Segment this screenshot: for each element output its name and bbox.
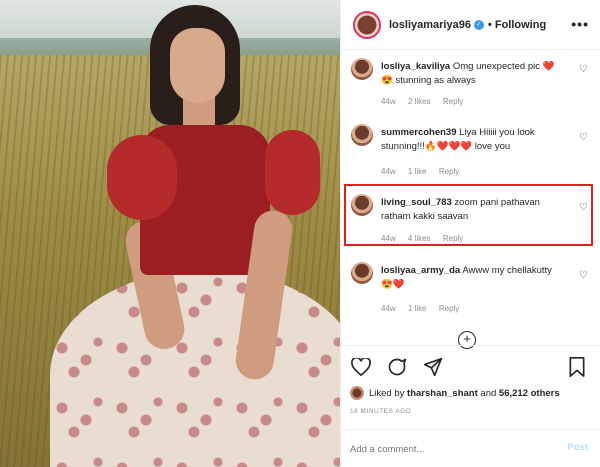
comment-item: losliya_kaviliya Omg unexpected pic ❤️😍 …: [351, 58, 591, 112]
reply-button[interactable]: Reply: [443, 97, 463, 106]
post-date: 18 MINUTES AGO: [350, 408, 412, 415]
post-actions: Liked by tharshan_shant and 56,212 other…: [340, 345, 600, 467]
commenter-avatar[interactable]: [351, 124, 373, 146]
comment-item: losliyaa_army_da Awww my chellakutty 😍❤️…: [351, 262, 591, 317]
reply-button[interactable]: Reply: [439, 304, 459, 313]
post-comment-button[interactable]: Post: [567, 442, 588, 453]
liker-username[interactable]: tharshan_shant: [407, 388, 478, 399]
add-comment-input[interactable]: [350, 442, 540, 456]
like-heart-icon[interactable]: [350, 356, 372, 378]
like-comment-heart-icon[interactable]: ♡: [578, 270, 589, 281]
comment-likes[interactable]: 1 like: [408, 304, 427, 313]
commenter-username[interactable]: losliyaa_army_da: [381, 265, 460, 276]
comment-item: summercohen39 Liya Hiiiii you look stunn…: [351, 124, 591, 178]
photo-sleeve-right: [265, 130, 320, 215]
photo-face: [170, 28, 225, 103]
likes-summary: Liked by tharshan_shant and 56,212 other…: [350, 386, 560, 400]
highlighted-comment-box: [344, 184, 593, 246]
liked-by-label: Liked by: [369, 387, 405, 399]
likes-count[interactable]: 56,212 others: [499, 388, 560, 399]
comment-meta: 44w 1 like Reply: [381, 304, 469, 313]
verified-icon: ✓: [473, 19, 484, 30]
commenter-username[interactable]: losliya_kaviliya: [381, 61, 450, 72]
liker-avatar[interactable]: [350, 386, 364, 400]
poster-username[interactable]: losliyamariya96: [389, 19, 471, 31]
comment-time: 44w: [381, 304, 396, 313]
action-icons: [350, 356, 444, 378]
likes-and: and: [480, 387, 497, 399]
commenter-username[interactable]: summercohen39: [381, 127, 457, 138]
comment-time: 44w: [381, 167, 396, 176]
bookmark-icon[interactable]: [566, 356, 588, 378]
post-photo: [0, 0, 340, 467]
comment-likes[interactable]: 2 likes: [408, 97, 431, 106]
comment-text: losliya_kaviliya Omg unexpected pic ❤️😍 …: [381, 60, 561, 88]
share-send-icon[interactable]: [422, 356, 444, 378]
commenter-avatar[interactable]: [351, 262, 373, 284]
comment-meta: 44w 2 likes Reply: [381, 97, 473, 106]
photo-sleeve-left: [107, 135, 177, 220]
commenter-avatar[interactable]: [351, 58, 373, 80]
reply-button[interactable]: Reply: [439, 167, 459, 176]
poster-avatar[interactable]: [353, 10, 381, 39]
like-comment-heart-icon[interactable]: ♡: [578, 132, 589, 143]
add-comment-bar: Post: [340, 429, 600, 467]
comment-text: summercohen39 Liya Hiiiii you look stunn…: [381, 126, 561, 154]
comment-likes[interactable]: 1 like: [408, 167, 427, 176]
following-button[interactable]: • Following: [488, 19, 546, 31]
comment-meta: 44w 1 like Reply: [381, 167, 469, 176]
photo-person: [50, 0, 340, 467]
comment-bubble-icon[interactable]: [386, 356, 408, 378]
more-options-icon[interactable]: •••: [571, 16, 589, 32]
comment-time: 44w: [381, 97, 396, 106]
post-header: losliyamariya96 ✓ • Following •••: [341, 0, 600, 50]
like-comment-heart-icon[interactable]: ♡: [578, 64, 589, 75]
comment-text: losliyaa_army_da Awww my chellakutty 😍❤️: [381, 264, 561, 292]
